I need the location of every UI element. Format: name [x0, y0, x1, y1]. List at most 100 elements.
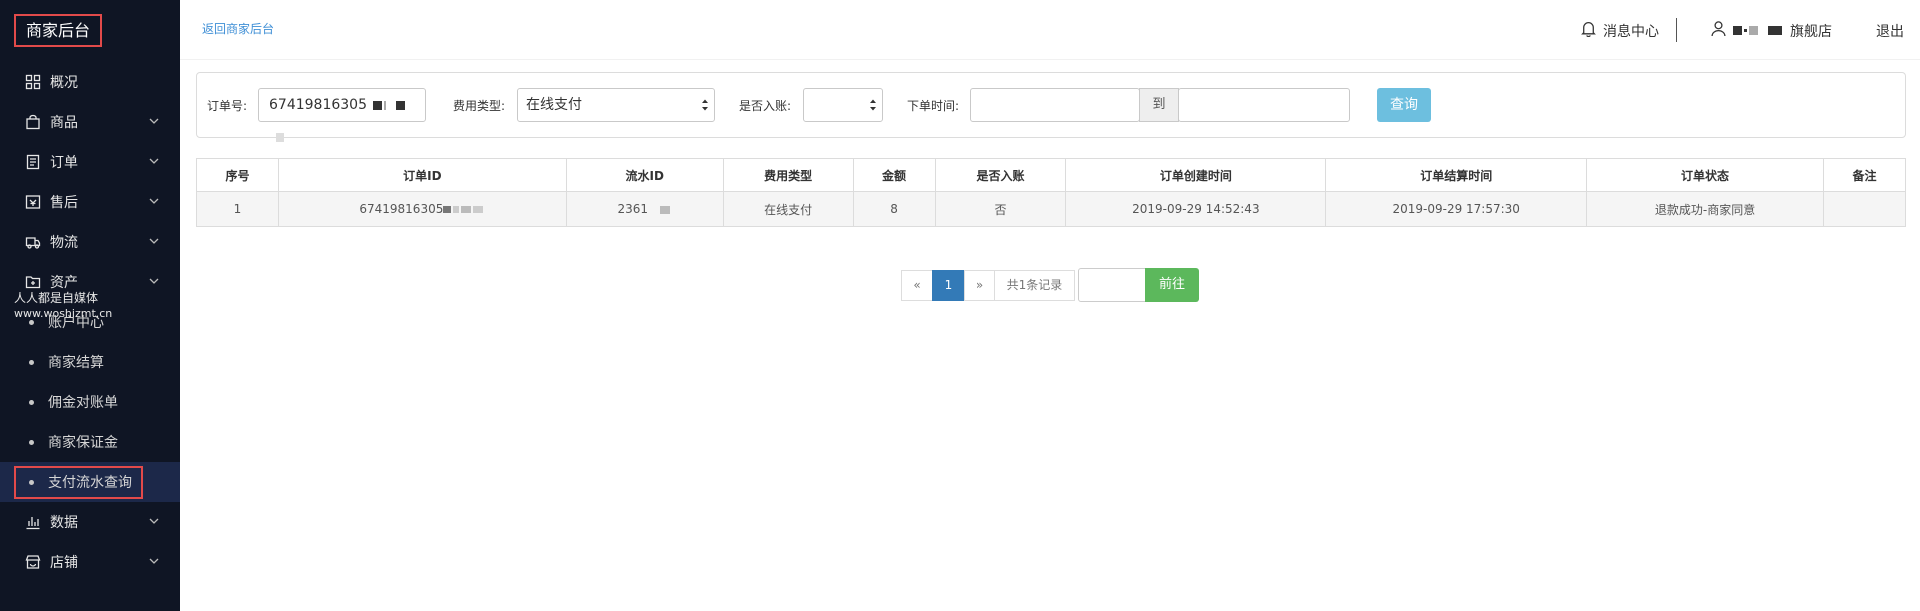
- sidebar-subitem-label: 佣金对账单: [48, 395, 118, 411]
- sidebar: 商家后台 概况 商品 订单 售后 物流 资产 人人都是自媒体 www.woshi…: [0, 0, 180, 611]
- cell-order-status: 退款成功-商家同意: [1586, 191, 1824, 227]
- bullet-dot-icon: [29, 359, 34, 365]
- payment-flow-table: 序号 订单ID 流水ID 费用类型 金额 是否入账 订单创建时间 订单结算时间 …: [196, 158, 1907, 227]
- total-records: 共1条记录: [994, 270, 1075, 301]
- col-header-settled-time: 订单结算时间: [1325, 158, 1588, 192]
- col-header-fee-type: 费用类型: [722, 158, 854, 192]
- fee-type-selected: 在线支付: [526, 97, 582, 113]
- user-icon: [1710, 20, 1733, 41]
- chevron-down-icon: [148, 155, 160, 167]
- select-arrows-icon: [870, 99, 876, 111]
- sidebar-item-data[interactable]: 数据: [0, 502, 180, 542]
- message-center-label: 消息中心: [1603, 23, 1659, 40]
- col-header-flow-id: 流水ID: [565, 158, 724, 192]
- filter-panel: 订单号: 67419816305 费用类型: 在线支付 是否入账: 下单时间: …: [196, 72, 1906, 142]
- go-page-button[interactable]: 前往: [1145, 268, 1199, 302]
- truck-icon: [25, 234, 41, 250]
- folder-icon: [25, 274, 41, 290]
- bell-icon: [1580, 20, 1603, 41]
- pagination: « 1 » 共1条记录: [901, 270, 1075, 301]
- order-no-input[interactable]: 67419816305: [258, 88, 426, 142]
- cell-posted: 否: [934, 191, 1067, 227]
- order-no-label: 订单号:: [207, 99, 248, 113]
- sidebar-subitem-merchant-settlement[interactable]: 商家结算: [0, 342, 180, 382]
- cell-remark: [1822, 191, 1907, 227]
- logout-button[interactable]: 退出: [1876, 21, 1904, 41]
- chevron-down-icon: [148, 555, 160, 567]
- cell-fee-type: 在线支付: [722, 191, 854, 227]
- sidebar-item-label: 商品: [50, 115, 78, 131]
- message-center[interactable]: 消息中心: [1580, 20, 1659, 41]
- order-time-label: 下单时间:: [907, 99, 960, 113]
- col-header-remark: 备注: [1822, 158, 1907, 192]
- chevron-down-icon: [148, 515, 160, 527]
- sidebar-item-label: 数据: [50, 515, 78, 531]
- cell-settled-time: 2019-09-29 17:57:30: [1325, 191, 1588, 227]
- chevron-down-icon: [148, 195, 160, 207]
- bar-chart-icon: [25, 514, 41, 530]
- fee-type-select[interactable]: 在线支付: [517, 88, 715, 122]
- sidebar-item-label: 订单: [50, 155, 78, 171]
- dashboard-grid-icon: [25, 74, 41, 90]
- order-time-end-input[interactable]: [1178, 88, 1350, 122]
- sidebar-subitem-commission-statement[interactable]: 佣金对账单: [0, 382, 180, 422]
- sidebar-item-label: 物流: [50, 235, 78, 251]
- store-name-suffix: 旗舰店: [1790, 23, 1832, 40]
- sidebar-subitem-label: 账户中心: [48, 315, 104, 331]
- order-id-text: 67419816305: [359, 202, 444, 216]
- sidebar-item-label: 售后: [50, 195, 78, 211]
- store-icon: [25, 554, 41, 570]
- sidebar-item-after-sale[interactable]: 售后: [0, 182, 180, 222]
- page-jump-input[interactable]: [1078, 268, 1146, 302]
- prev-page-button[interactable]: «: [901, 270, 933, 301]
- table-header-row: 序号 订单ID 流水ID 费用类型 金额 是否入账 订单创建时间 订单结算时间 …: [196, 158, 1907, 192]
- sidebar-item-overview[interactable]: 概况: [0, 62, 180, 102]
- date-range-to: 到: [1139, 88, 1179, 122]
- sidebar-subitem-label: 商家结算: [48, 355, 104, 371]
- col-header-posted: 是否入账: [934, 158, 1067, 192]
- back-to-merchant-link[interactable]: 返回商家后台: [202, 20, 274, 37]
- sidebar-subitem-label: 商家保证金: [48, 435, 118, 451]
- after-sale-icon: [25, 194, 41, 210]
- cell-index: 1: [196, 191, 279, 227]
- bag-icon: [25, 114, 41, 130]
- sidebar-item-store[interactable]: 店铺: [0, 542, 180, 582]
- posted-select[interactable]: [803, 88, 883, 122]
- redacted-flow-id: [648, 202, 672, 216]
- chevron-down-icon: [148, 235, 160, 247]
- posted-label: 是否入账:: [739, 99, 792, 113]
- order-time-start-input[interactable]: [970, 88, 1140, 122]
- redacted-order-id: [443, 202, 485, 216]
- highlight-box: [14, 466, 143, 499]
- sidebar-item-label: 概况: [50, 75, 78, 91]
- header-divider: [1676, 18, 1677, 42]
- top-header: 返回商家后台 消息中心 旗舰店 退出: [180, 0, 1920, 60]
- col-header-index: 序号: [196, 158, 279, 192]
- bullet-dot-icon: [29, 319, 34, 325]
- order-no-value: 67419816305: [269, 97, 367, 113]
- order-list-icon: [25, 154, 41, 170]
- fee-type-label: 费用类型:: [453, 99, 506, 113]
- sidebar-item-goods[interactable]: 商品: [0, 102, 180, 142]
- sidebar-subitem-account-center[interactable]: 账户中心: [0, 302, 180, 342]
- sidebar-item-logistics[interactable]: 物流: [0, 222, 180, 262]
- col-header-order-id: 订单ID: [277, 158, 567, 192]
- bullet-dot-icon: [29, 439, 34, 445]
- query-button[interactable]: 查询: [1377, 88, 1431, 122]
- col-header-order-status: 订单状态: [1586, 158, 1824, 192]
- page-1-button[interactable]: 1: [932, 270, 965, 301]
- chevron-down-icon: [148, 115, 160, 127]
- next-page-button[interactable]: »: [964, 270, 995, 301]
- col-header-amount: 金额: [852, 158, 936, 192]
- sidebar-subitem-merchant-deposit[interactable]: 商家保证金: [0, 422, 180, 462]
- sidebar-item-label: 资产: [50, 275, 78, 291]
- col-header-created-time: 订单创建时间: [1065, 158, 1327, 192]
- sidebar-subitem-payment-flow-query[interactable]: 支付流水查询: [0, 462, 180, 502]
- chevron-up-icon: [148, 275, 160, 287]
- flow-id-text: 2361: [617, 202, 648, 216]
- redacted-store-name: [1733, 23, 1790, 39]
- sidebar-item-orders[interactable]: 订单: [0, 142, 180, 182]
- select-arrows-icon: [702, 99, 708, 111]
- cell-created-time: 2019-09-29 14:52:43: [1065, 191, 1327, 227]
- user-menu[interactable]: 旗舰店: [1710, 20, 1832, 41]
